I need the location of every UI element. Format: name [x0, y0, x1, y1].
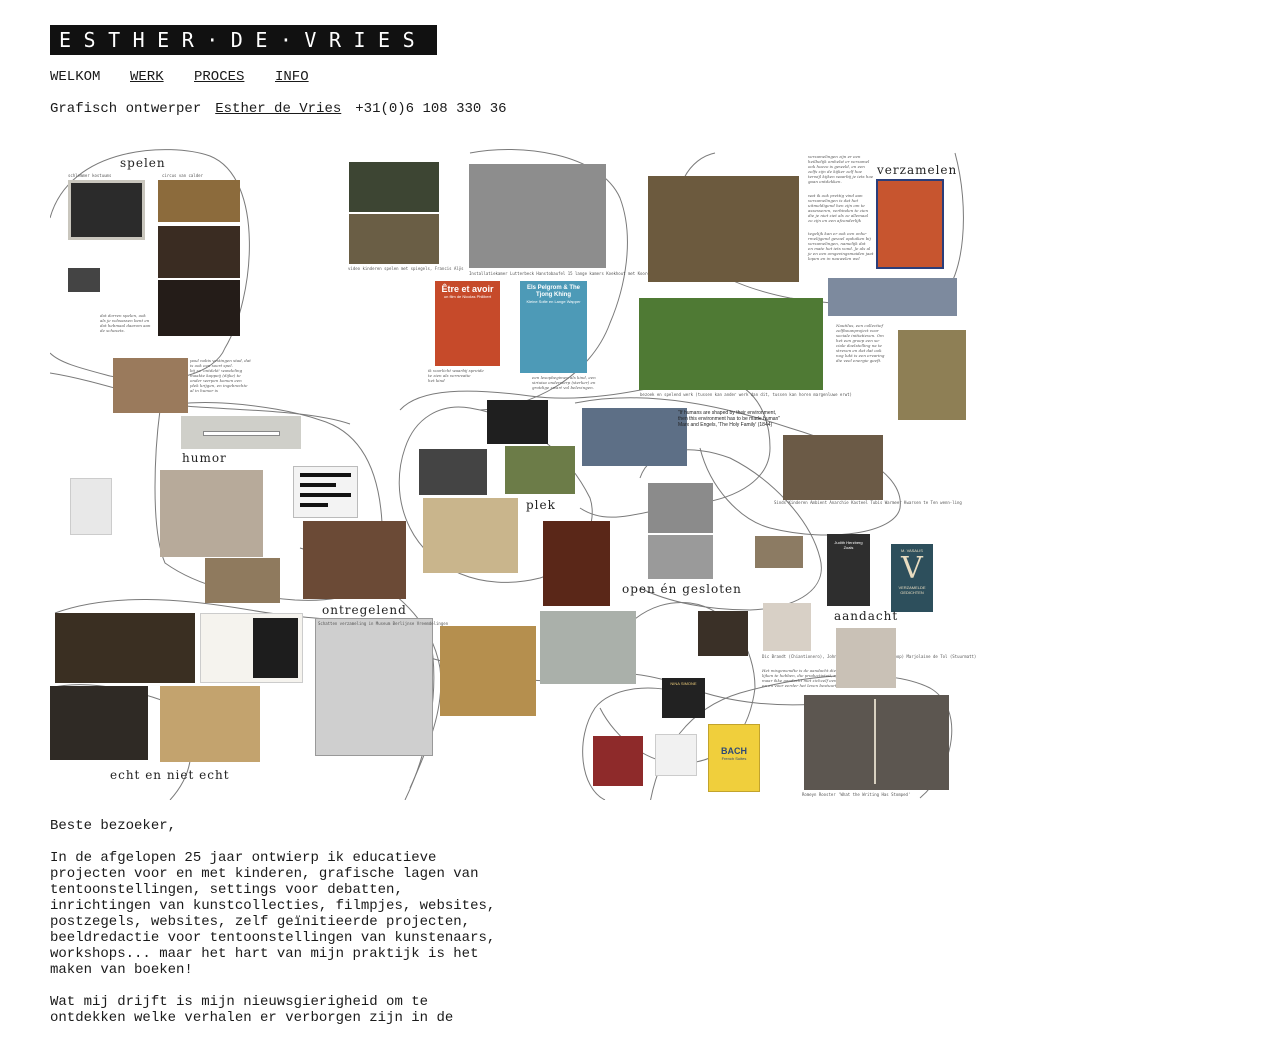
text-hans: paul nobis vestingen stad, dat is ook ee… [190, 358, 251, 393]
book-judith-herzberg[interactable]: Judith Herzberg Zoals [827, 534, 870, 606]
photo-interior-bw[interactable] [487, 400, 548, 444]
text-poems-top: verzamelingen zijn er een heilbelijk omh… [808, 154, 874, 184]
photo-schlemmer-costumes[interactable] [68, 180, 145, 240]
caption-schatten: Schatten verzameling in Museum Berlijnse… [318, 621, 449, 626]
photo-cabinet-of-curiosities[interactable] [648, 176, 799, 282]
photo-museum-hall[interactable] [540, 611, 636, 684]
photo-small-figure[interactable] [68, 268, 100, 292]
quote-marx-engels: "If humans are shaped by their environme… [678, 410, 781, 428]
photo-nautilus-group[interactable] [898, 330, 966, 420]
text-nautilus: Nautilus, een collectief zelfbouwproject… [836, 323, 885, 363]
label-verzamelen: verzamelen [877, 163, 958, 177]
caption-video: video kinderen spelen met spiegels, Fran… [348, 266, 464, 271]
photo-playground[interactable] [783, 435, 883, 500]
intro-text: Beste bezoeker, In de afgelopen 25 jaar … [50, 818, 510, 1042]
photo-portrait-man-2[interactable] [698, 611, 748, 656]
label-aandacht: aandacht [834, 609, 899, 623]
photo-aerial[interactable] [755, 536, 803, 568]
nav-werk[interactable]: WERK [130, 69, 164, 85]
photo-pool-bw-1[interactable] [648, 483, 713, 533]
caption-schlemmer: schlemmer kostuums [68, 173, 112, 178]
profession-text: Grafisch ontwerper [50, 101, 202, 117]
nav-info[interactable]: INFO [275, 69, 309, 85]
photo-cardboard-room[interactable] [160, 470, 263, 557]
photo-suitcase[interactable] [303, 521, 406, 599]
text-poems-mid: wat ik ook prettig vind aan verzamelinge… [808, 193, 869, 223]
photo-circus-calder-1[interactable] [158, 180, 240, 222]
phone-number: +31(0)6 108 330 36 [355, 101, 507, 117]
photo-window-room[interactable] [349, 162, 439, 212]
caption-romeyn: Romeyn Rooster 'What the Writing Has Sto… [802, 792, 911, 797]
caption-speelplek: Sinds Kinderen Ambient Anarchie Kasteel … [774, 500, 962, 505]
photo-stick[interactable] [181, 416, 301, 449]
album-white-cover[interactable] [655, 734, 697, 776]
photo-flags[interactable] [828, 278, 957, 316]
text-lesson: een lesopbegimen als kind, een siriuisa … [532, 375, 596, 390]
photo-park-play[interactable] [639, 298, 823, 390]
photo-truck-bw[interactable] [419, 449, 487, 495]
book-kleine-sofie[interactable]: Els Pelgrom & The Tjong Khing Kleine Sof… [520, 281, 587, 373]
poster-etre-et-avoir[interactable]: Être et avoir un film de Nicolas Philibe… [435, 281, 500, 366]
caption-circus: circus van calder [162, 173, 203, 178]
photo-redacted-document[interactable] [293, 466, 358, 518]
photo-pool-bw-2[interactable] [648, 535, 713, 579]
book-vasalis-verzamelde-gedichten[interactable]: M. VASALIS V VERZAMELDE GEDICHTEN [891, 544, 933, 612]
album-red-cover[interactable] [593, 736, 643, 786]
album-nina-simone[interactable]: NINA SIMONE [662, 678, 705, 718]
label-plek: plek [526, 498, 556, 512]
nav-proces[interactable]: PROCES [194, 69, 244, 85]
nav-welkom[interactable]: WELKOM [50, 69, 100, 85]
photo-sketch[interactable] [70, 478, 112, 535]
photo-giotto-fresco[interactable] [440, 626, 536, 716]
photo-fresco-room[interactable] [160, 686, 260, 762]
photo-scrapbook[interactable] [804, 695, 949, 790]
text-spelen: dat dorren spelen, ook als je volwassen … [100, 313, 151, 333]
caption-bezoek: bezoek en spelend werk (tussen kan ander… [640, 392, 852, 397]
score-bach-french-suites[interactable]: BACH French Suites [708, 724, 760, 792]
photo-miniature-room[interactable] [205, 558, 280, 603]
label-echt-en-niet-echt: echt en niet echt [110, 768, 230, 782]
label-spelen: spelen [120, 156, 166, 170]
label-ontregelend: ontregelend [322, 603, 407, 617]
label-open-en-gesloten: open én gesloten [622, 582, 742, 596]
label-humor: humor [182, 451, 227, 465]
photo-portrait-woman[interactable] [763, 603, 811, 651]
photo-installation-dark[interactable] [55, 613, 195, 683]
photo-costume-portrait[interactable] [50, 686, 148, 760]
intro-paragraph-2: Wat mij drijft is mijn nieuwsgierigheid … [50, 994, 454, 1026]
photo-mirror-children[interactable] [349, 214, 439, 264]
photo-portrait-man[interactable] [113, 358, 188, 413]
photo-pompidou[interactable] [582, 408, 687, 466]
photo-kitchen-exhibition[interactable] [469, 164, 606, 268]
process-collage: spelen schlemmer kostuums circus van cal… [50, 148, 976, 800]
contact-line: Grafisch ontwerper Esther de Vries +31(0)6… [50, 101, 507, 117]
photo-brick-room[interactable] [543, 521, 610, 606]
photo-museum-showcase[interactable]: Schatten verzameling in Museum Berlijnse… [315, 618, 448, 756]
photo-collection-poster[interactable] [876, 179, 944, 269]
photo-tent-garden[interactable] [505, 446, 575, 494]
photo-circus-calder-3[interactable] [158, 280, 240, 336]
photo-circus-calder-2[interactable] [158, 226, 240, 278]
photo-woman-reading[interactable] [836, 628, 896, 688]
photo-desert-tents[interactable] [423, 498, 518, 573]
intro-paragraph-1: In de afgelopen 25 jaar ontwierp ik educ… [50, 850, 496, 978]
name-link[interactable]: Esther de Vries [215, 101, 341, 117]
intro-greeting: Beste bezoeker, [50, 818, 177, 834]
text-poems-low: tegelijk kan er ook een onhe- rmelijgend… [808, 231, 874, 261]
site-logo[interactable]: ESTHER·DE·VRIES [50, 25, 437, 55]
text-school: ik voorlicht waarbij spreide te zien als… [428, 368, 484, 383]
photo-open-book[interactable] [200, 613, 303, 683]
